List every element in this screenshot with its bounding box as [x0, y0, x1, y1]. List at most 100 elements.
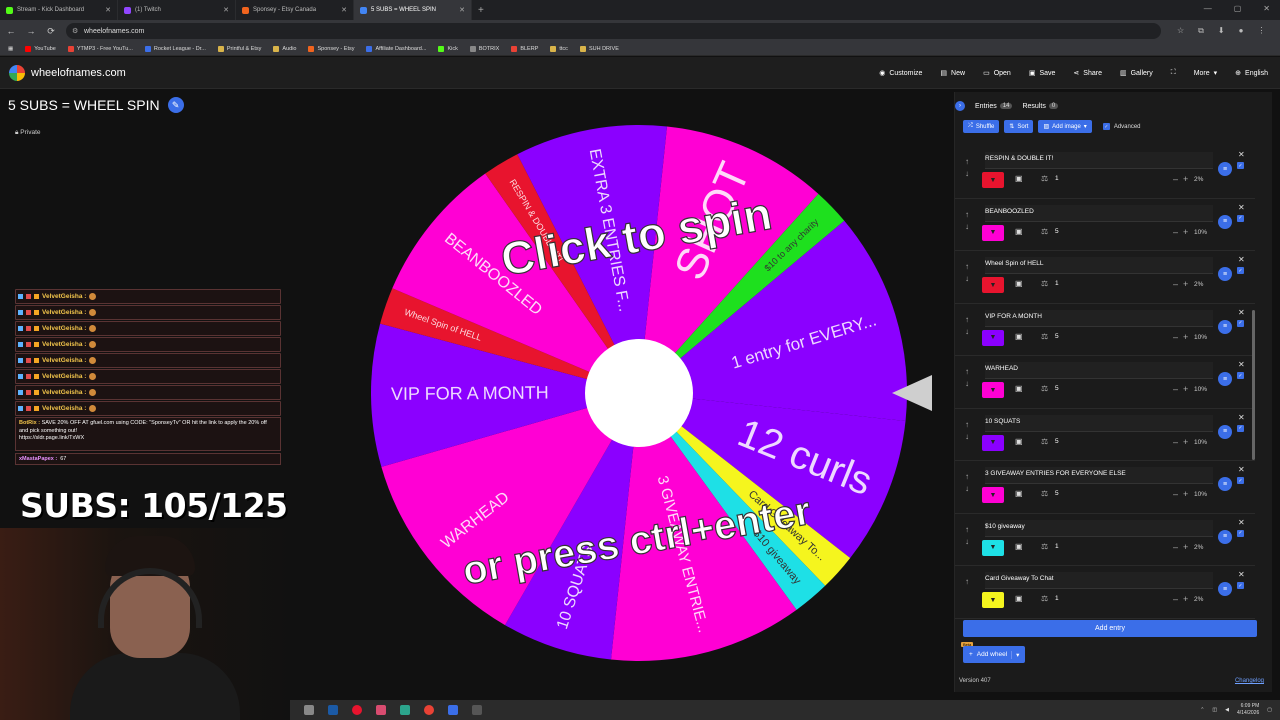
delete-entry-icon[interactable]: ✕: [1238, 518, 1245, 527]
tab-results[interactable]: Results 0: [1022, 103, 1059, 110]
entry-weight-value[interactable]: 1: [1055, 543, 1059, 550]
entries-scrollbar[interactable]: [1252, 310, 1255, 460]
apps-grid-icon[interactable]: ▦: [8, 46, 13, 52]
privacy-label[interactable]: 🔒︎ Private: [15, 129, 41, 137]
delete-entry-icon[interactable]: ✕: [1238, 360, 1245, 369]
add-entry-button[interactable]: Add entry: [963, 620, 1257, 637]
weight-minus-icon[interactable]: –: [1173, 174, 1178, 184]
delete-entry-icon[interactable]: ✕: [1238, 203, 1245, 212]
entry-name-field[interactable]: 10 SQUATS: [985, 414, 1213, 432]
downloads-icon[interactable]: ⬇: [1218, 26, 1225, 36]
weight-plus-icon[interactable]: +: [1183, 594, 1188, 604]
weight-minus-icon[interactable]: –: [1173, 437, 1178, 447]
weight-plus-icon[interactable]: +: [1183, 279, 1188, 289]
entry-settings-icon[interactable]: ≡: [1218, 162, 1232, 176]
entry-enabled-checkbox-icon[interactable]: ✓: [1237, 582, 1244, 589]
entry-settings-icon[interactable]: ≡: [1218, 267, 1232, 281]
entry-name-field[interactable]: WARHEAD: [985, 362, 1213, 379]
bookmark-item[interactable]: BOTRIX: [469, 45, 499, 52]
weight-plus-icon[interactable]: +: [1183, 384, 1188, 394]
bookmark-folder[interactable]: Audio: [273, 45, 296, 52]
close-tab-icon[interactable]: ✕: [341, 6, 347, 14]
entry-enabled-checkbox-icon[interactable]: ✓: [1237, 424, 1244, 432]
url-field[interactable]: ⚙ wheelofnames.com: [66, 23, 1161, 39]
close-tab-icon[interactable]: ✕: [223, 6, 229, 14]
move-up-icon[interactable]: ↑: [965, 524, 973, 536]
close-window-icon[interactable]: ✕: [1263, 4, 1270, 13]
customize-button[interactable]: ◉ Customize: [879, 69, 922, 78]
move-up-icon[interactable]: ↑: [965, 156, 973, 168]
entry-name-field[interactable]: RESPIN & DOUBLE IT!: [985, 152, 1213, 169]
fullscreen-button[interactable]: ⛶: [1171, 69, 1176, 77]
weight-plus-icon[interactable]: +: [1183, 332, 1188, 342]
browser-tab[interactable]: (1) Twitch ✕: [118, 0, 236, 20]
weight-minus-icon[interactable]: –: [1173, 489, 1178, 499]
shuffle-button[interactable]: ⤮ Shuffle: [963, 120, 1000, 133]
image-icon[interactable]: ▣: [1015, 489, 1023, 498]
entry-enabled-checkbox-icon[interactable]: ✓: [1237, 477, 1244, 484]
browser-tab[interactable]: Stream - Kick Dashboard ✕: [0, 0, 118, 20]
save-button[interactable]: ▣ Save: [1029, 69, 1056, 78]
network-icon[interactable]: ◫: [1212, 707, 1217, 713]
entry-name-field[interactable]: BEANBOOZLED: [985, 204, 1213, 222]
move-down-icon[interactable]: ↓: [965, 168, 973, 180]
edit-title-pencil-icon[interactable]: ✎: [167, 97, 184, 113]
delete-entry-icon[interactable]: ✕: [1238, 413, 1245, 422]
bookmark-folder[interactable]: ttcc: [550, 45, 568, 52]
advanced-toggle[interactable]: ✓ Advanced: [1102, 123, 1141, 130]
entry-color-swatch[interactable]: ▼: [982, 277, 1004, 293]
steam-icon[interactable]: [328, 705, 338, 715]
spin-wheel[interactable]: SHOT $10 to any charity 1 entry for EVERY.…: [368, 122, 910, 664]
image-icon[interactable]: ▣: [1015, 542, 1023, 551]
bookmark-item[interactable]: Sponsey - Etsy: [308, 45, 354, 52]
weight-minus-icon[interactable]: –: [1173, 542, 1178, 552]
move-down-icon[interactable]: ↓: [965, 273, 973, 285]
new-button[interactable]: ▤ New: [940, 69, 965, 78]
system-clock[interactable]: 6:09 PM 4/14/2026: [1237, 703, 1259, 716]
entry-settings-icon[interactable]: ≡: [1218, 372, 1232, 386]
entry-weight-value[interactable]: 5: [1055, 228, 1059, 235]
entry-name-field[interactable]: Wheel Spin of HELL: [985, 257, 1213, 274]
profile-icon[interactable]: ●: [1239, 26, 1244, 36]
entry-weight-value[interactable]: 5: [1055, 333, 1059, 340]
weight-minus-icon[interactable]: –: [1173, 594, 1178, 604]
minimize-icon[interactable]: —: [1204, 4, 1212, 13]
image-icon[interactable]: ▣: [1015, 384, 1023, 393]
sort-button[interactable]: ⇅ Sort: [1004, 120, 1034, 133]
chevron-down-icon[interactable]: ▾: [1011, 650, 1019, 659]
weight-plus-icon[interactable]: +: [1183, 489, 1188, 499]
move-down-icon[interactable]: ↓: [965, 536, 973, 548]
weight-plus-icon[interactable]: +: [1183, 542, 1188, 552]
entry-name-field[interactable]: 3 GIVEAWAY ENTRIES FOR EVERYONE ELSE: [985, 467, 1213, 484]
close-tab-icon[interactable]: ✕: [459, 6, 465, 14]
new-tab-icon[interactable]: +: [472, 5, 484, 16]
entry-color-swatch[interactable]: ▼: [982, 434, 1004, 451]
bookmark-folder[interactable]: SUH DRIVE: [579, 45, 619, 52]
entry-settings-icon[interactable]: ≡: [1218, 214, 1232, 229]
image-icon[interactable]: ▣: [1015, 437, 1023, 446]
bookmark-folder[interactable]: Printful & Etsy: [217, 45, 261, 52]
delete-entry-icon[interactable]: ✕: [1238, 465, 1245, 474]
weight-minus-icon[interactable]: –: [1173, 279, 1178, 289]
app-icon[interactable]: [376, 705, 386, 715]
entry-color-swatch[interactable]: ▼: [982, 592, 1004, 608]
entry-name-field[interactable]: VIP FOR A MONTH: [985, 309, 1213, 327]
entry-weight-value[interactable]: 1: [1055, 175, 1059, 182]
entry-color-swatch[interactable]: ▼: [982, 224, 1004, 241]
entry-enabled-checkbox-icon[interactable]: ✓: [1237, 214, 1244, 222]
move-up-icon[interactable]: ↑: [965, 576, 973, 588]
search-icon[interactable]: [304, 705, 314, 715]
language-button[interactable]: ⊕ English: [1235, 69, 1268, 78]
entry-settings-icon[interactable]: ≡: [1218, 319, 1232, 334]
move-up-icon[interactable]: ↑: [965, 366, 973, 378]
entry-weight-value[interactable]: 5: [1055, 438, 1059, 445]
weight-minus-icon[interactable]: –: [1173, 332, 1178, 342]
weight-minus-icon[interactable]: –: [1173, 384, 1178, 394]
close-tab-icon[interactable]: ✕: [105, 6, 111, 14]
add-wheel-button[interactable]: + Add wheel ▾: [963, 646, 1026, 663]
bookmark-star-icon[interactable]: ☆: [1177, 26, 1184, 36]
move-down-icon[interactable]: ↓: [965, 378, 973, 390]
entry-color-swatch[interactable]: ▼: [982, 382, 1004, 398]
entry-name-field[interactable]: $10 giveaway: [985, 519, 1213, 537]
entry-weight-value[interactable]: 5: [1055, 490, 1059, 497]
